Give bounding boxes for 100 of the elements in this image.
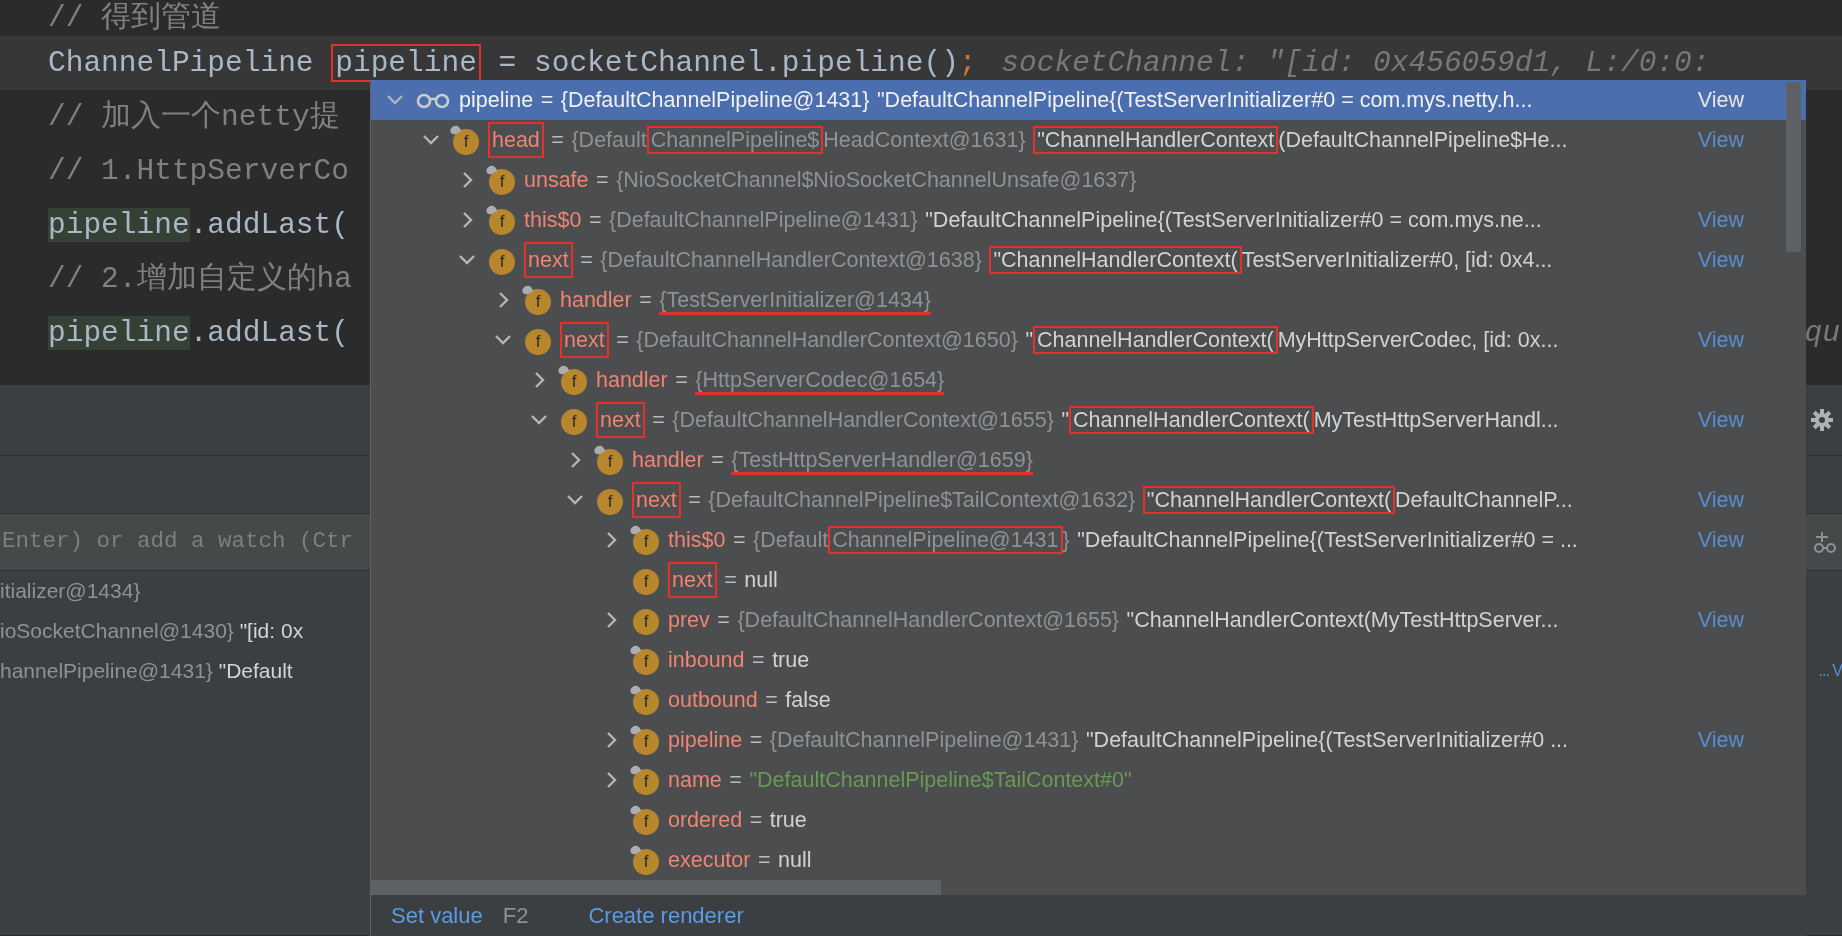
view-link[interactable]: View [1697,403,1744,437]
tree-row[interactable]: f next = null [371,560,1806,600]
variable-name: next [560,321,609,359]
tree-row[interactable]: f name = "DefaultChannelPipeline$TailContext#0" [371,760,1806,800]
equals-sign: = [616,326,629,354]
view-link[interactable]: View [1697,123,1744,157]
view-link[interactable]: View [1697,323,1744,357]
equals-sign: = [758,846,771,874]
scrollbar-thumb[interactable] [1786,82,1801,252]
tree-row[interactable]: f handler = {TestHttpServerHandler@1659} [371,440,1806,480]
tree-row[interactable]: f ordered = true [371,800,1806,840]
equals-sign: = [732,526,746,554]
variable-type: {DefaultChannelPipeline@1431} [608,206,918,234]
variable-value: "DefaultChannelPipeline$TailContext#0" [749,766,1132,794]
variable-name: prev [668,606,710,634]
variable-name: ordered [668,806,743,834]
variable-type: {DefaultChannelPipeline$TailContext@1632} [708,486,1136,514]
view-link[interactable]: ... V [1818,659,1842,683]
variable-value: "ChannelHandlerContext(MyTestHttpServer... [1126,606,1559,634]
variable-type: {DefaultChannelHandlerContext@1655} [737,606,1120,634]
variable-value: "DefaultChannelPipeline{(TestServerInitializer#0 = com.mys.ne... [925,206,1542,234]
code-line: pipeline.addLast( [48,206,349,244]
variable-type: {DefaultChannelPipeline@1431} [560,86,870,114]
view-link[interactable]: View [1697,203,1744,237]
variable-value: null [778,846,812,874]
variable-value: "ChannelHandlerContext( TestServerInitializer#0, [id: 0x4... [989,243,1553,277]
code-line: // 1.HttpServerCo [48,152,349,190]
view-link[interactable]: View [1697,523,1744,557]
variable-type: {TestHttpServerHandler@1659} [731,443,1033,477]
variable-name: handler [560,286,632,314]
action-link[interactable]: Create renderer [588,899,744,932]
variable-type: {HttpServerCodec@1654} [695,363,945,397]
equals-sign: = [652,406,665,434]
glasses-icon[interactable] [1812,529,1838,555]
tree-row[interactable]: f handler = {TestServerInitializer@1434} [371,280,1806,320]
tree-row[interactable]: f inbound = true [371,640,1806,680]
equals-sign: = [540,86,554,114]
tree-row[interactable]: f outbound = false [371,680,1806,720]
tree-row[interactable]: f next = {DefaultChannelHandlerContext@1650} " ChannelHandlerContext( MyHttpServerCodec, [id: 0x... View [371,320,1806,360]
equals-sign: = [729,766,742,794]
equals-sign: = [752,646,765,674]
watch-input-field[interactable]: Enter) or add a watch (Ctr [0,525,368,559]
view-link[interactable]: View [1697,723,1744,757]
tree-row[interactable]: f this$0 = {DefaultChannelPipeline@1431} "DefaultChannelPipeline{(TestServerInitializer#0 = com.mys.ne... View [371,200,1806,240]
variable-name: pipeline [459,86,534,114]
variable-name: next [524,241,573,279]
scrollbar-thumb[interactable] [371,880,941,895]
tree-row[interactable]: f handler = {HttpServerCodec@1654} [371,360,1806,400]
equals-sign: = [596,166,609,194]
variable-name: name [668,766,722,794]
tree-row[interactable]: f head = {Default ChannelPipeline$ HeadContext@1631} "ChannelHandlerContext (DefaultChannelPipeline$He... View [371,120,1806,160]
view-link[interactable]: View [1697,243,1744,277]
inline-hint: socketChannel: "[id: 0x456059d1, L:/0:0: [1001,44,1710,82]
variable-value: null [744,566,778,594]
variable-string: "Default [217,658,293,685]
inline-hint: qu [1804,314,1841,352]
equals-sign: = [711,446,724,474]
tree-row[interactable]: f unsafe = {NioSocketChannel$NioSocketChannelUnsafe@1637} [371,160,1806,200]
variable-value: ioSocketChannel@1430} [0,618,234,645]
variable-value: "DefaultChannelPipeline{(TestServerInitializer#0 = ... [1077,526,1578,554]
equals-sign: = [688,486,701,514]
action-link[interactable]: Set value [391,899,483,932]
shortcut-hint: F2 [502,902,529,930]
equals-sign: = [551,126,564,154]
tree-row[interactable]: f next = {DefaultChannelHandlerContext@1638} "ChannelHandlerContext( TestServerInitializer#0, [id: 0x4... View [371,240,1806,280]
equals-sign: = [724,566,737,594]
variable-name: next [668,561,717,599]
tree-row[interactable]: f this$0 = {Default ChannelPipeline@1431 } "DefaultChannelPipeline{(TestServerInitializer#0 = ... View [371,520,1806,560]
tree-row[interactable]: f next = {DefaultChannelPipeline$TailContext@1632} "ChannelHandlerContext( DefaultChannelP... View [371,480,1806,520]
equals-sign: = [588,206,602,234]
variable-type: {DefaultChannelHandlerContext@1655} [672,406,1054,434]
variable-value: "DefaultChannelPipeline{(TestServerInitializer#0 ... [1085,726,1569,754]
code-line: // 2.增加自定义的ha [48,260,352,298]
tree-row[interactable]: f prev = {DefaultChannelHandlerContext@1655} "ChannelHandlerContext(MyTestHttpServer... View [371,600,1806,640]
variable-name: next [632,481,681,519]
variable-name: handler [596,366,668,394]
variable-value: "ChannelHandlerContext( DefaultChannelP... [1142,483,1573,517]
tree-row[interactable]: f next = {DefaultChannelHandlerContext@1655} " ChannelHandlerContext( MyTestHttpServerHandl... View [371,400,1806,440]
variable-type: {DefaultChannelPipeline@1431} [769,726,1079,754]
variable-value: true [769,806,807,834]
view-link[interactable]: View [1697,83,1744,117]
equals-sign: = [749,726,763,754]
view-link[interactable]: View [1697,483,1744,517]
variable-name: unsafe [524,166,589,194]
variable-value: false [785,686,831,714]
variable-name: next [596,401,645,439]
variable-value: "ChannelHandlerContext (DefaultChannelPipeline$He... [1033,123,1568,157]
view-link[interactable]: View [1697,603,1744,637]
tree-row[interactable]: f pipeline = {DefaultChannelPipeline@1431} "DefaultChannelPipeline{(TestServerInitializer#0 ... View [371,720,1806,760]
variable-value: " ChannelHandlerContext( MyTestHttpServerHandl... [1061,404,1559,436]
equals-sign: = [639,286,652,314]
variable-type: {DefaultChannelHandlerContext@1650} [636,326,1018,354]
tree-row[interactable]: f executor = null [371,840,1806,880]
variable-type: {Default ChannelPipeline$ HeadContext@1631} [571,124,1026,156]
equals-sign: = [765,686,778,714]
variable-name: this$0 [668,526,726,554]
variable-name: pipeline [668,726,743,754]
variable-name: executor [668,846,751,874]
tree-row[interactable]: pipeline = {DefaultChannelPipeline@1431} "DefaultChannelPipeline{(TestServerInitializer#0 = com.mys.netty.h... View [371,80,1806,120]
code-line: // 得到管道 [48,0,222,37]
